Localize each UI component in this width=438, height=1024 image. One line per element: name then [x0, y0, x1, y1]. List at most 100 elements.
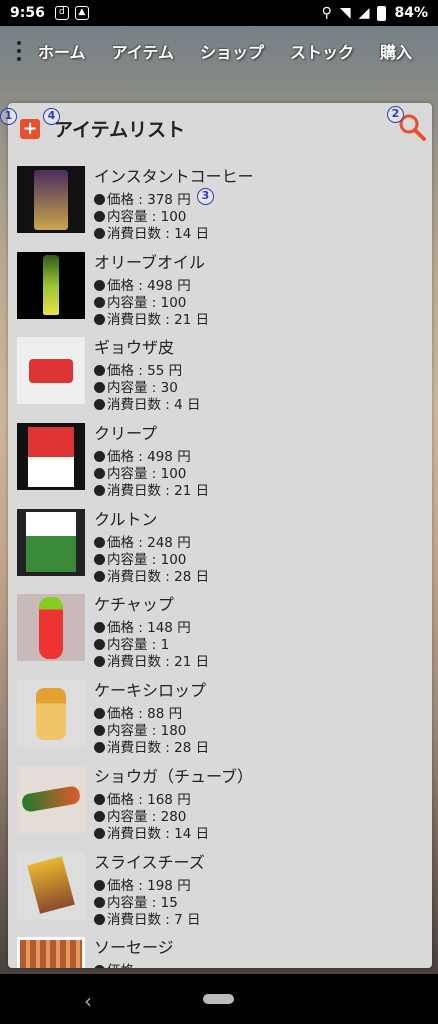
panel-title: アイテムリスト [54, 119, 186, 141]
app-bar: ホーム アイテム ショップ ストック 購入 [0, 26, 438, 76]
list-item[interactable]: ショウガ（チューブ） 価格 : 168 円内容量 : 280 消費日数 : 14 日 [8, 755, 432, 842]
item-price: 価格 : [94, 959, 143, 968]
notification-drive-icon: ▲ [74, 6, 89, 20]
list-item[interactable]: ギョウザ皮 価格 : 55 円内容量 : 30 消費日数 : 4 日 [8, 326, 432, 413]
list-item[interactable]: オリーブオイル 価格 : 498 円内容量 : 100 消費日数 : 21 日 [8, 241, 432, 328]
item-name: ソーセージ [94, 938, 174, 958]
list-item[interactable]: クルトン 価格 : 248 円内容量 : 100 消費日数 : 28 日 [8, 498, 432, 585]
annotation-badge-1: 1 [0, 108, 17, 125]
notification-d-icon: d [54, 6, 69, 20]
bullet-icon [94, 553, 105, 565]
item-days-text: 消費日数 : 21 日 [107, 311, 210, 328]
back-icon[interactable]: ‹ [84, 989, 92, 1013]
item-list-panel: + アイテムリスト インスタントコーヒー 価格 : 378 円内容量 : 100 消… [8, 103, 432, 968]
bullet-icon [94, 879, 105, 891]
list-item[interactable]: ケーキシロップ 価格 : 88 円内容量 : 180 消費日数 : 28 日 [8, 669, 432, 756]
item-days-text: 消費日数 : 14 日 [107, 226, 210, 242]
signal-icon: ◢ [358, 5, 370, 21]
list-item[interactable]: ソーセージ価格 : [8, 926, 432, 968]
item-name: クリープ [94, 424, 158, 444]
bullet-icon [94, 485, 105, 497]
list-item[interactable]: クリープ 価格 : 498 円内容量 : 100 消費日数 : 21 日 [8, 412, 432, 499]
bullet-icon [94, 913, 105, 925]
bullet-icon [94, 382, 105, 394]
item-thumbnail [17, 251, 85, 319]
item-name: ショウガ（チューブ） [94, 766, 254, 786]
bullet-icon [94, 451, 105, 463]
bullet-icon [94, 725, 105, 737]
item-days-text: 消費日数 : 28 日 [107, 568, 210, 585]
item-thumbnail [17, 680, 85, 748]
bullet-icon [94, 194, 105, 205]
tab-shop[interactable]: ショップ [200, 39, 264, 63]
annotation-badge-4: 4 [43, 108, 60, 125]
item-days: 消費日数 : 14 日 [94, 822, 209, 842]
bullet-icon [94, 536, 105, 548]
bullet-icon [94, 810, 105, 822]
bullet-icon [94, 228, 105, 239]
bullet-icon [94, 211, 105, 222]
item-name: スライスチーズ [94, 852, 205, 872]
item-name: ギョウザ皮 [94, 338, 175, 358]
home-pill-icon[interactable] [203, 994, 234, 1004]
battery-icon [377, 5, 387, 21]
annotation-badge-3: 3 [197, 188, 214, 205]
item-days-text: 消費日数 : 21 日 [107, 654, 210, 671]
item-days-text: 消費日数 : 28 日 [107, 740, 210, 757]
bullet-icon [94, 365, 105, 377]
bullet-icon [94, 279, 105, 291]
bullet-icon [94, 570, 105, 582]
item-thumbnail [17, 166, 85, 233]
wifi-icon: ◥ [339, 5, 351, 21]
item-days-text: 消費日数 : 21 日 [107, 483, 210, 500]
tab-item[interactable]: アイテム [112, 39, 174, 63]
bullet-icon [94, 656, 105, 668]
item-days-text: 消費日数 : 4 日 [107, 397, 201, 414]
item-name: インスタントコーヒー [94, 167, 254, 186]
item-days: 消費日数 : 4 日 [94, 393, 201, 413]
item-name: クルトン [94, 509, 158, 529]
item-days: 消費日数 : 21 日 [94, 479, 209, 499]
bullet-icon [94, 296, 105, 308]
battery-level: 84% [394, 5, 428, 21]
add-item-button[interactable]: + [16, 119, 40, 143]
bullet-icon [94, 468, 105, 480]
item-thumbnail [17, 765, 85, 833]
tab-stock[interactable]: ストック [290, 39, 354, 63]
bullet-icon [94, 742, 105, 754]
item-thumbnail [17, 508, 85, 576]
item-days: 消費日数 : 21 日 [94, 308, 209, 328]
tab-purchase[interactable]: 購入 [380, 39, 412, 63]
item-name: ケーキシロップ [94, 681, 207, 701]
bullet-icon [94, 827, 105, 839]
annotation-badge-2: 2 [387, 106, 404, 123]
bullet-icon [94, 793, 105, 805]
item-days-text: 消費日数 : 14 日 [107, 825, 210, 842]
item-price-text: 価格 : [107, 963, 143, 968]
bullet-icon [94, 965, 105, 968]
status-bar: 9:56 d ▲ ⚲ ◥ ◢ 84% [0, 0, 438, 26]
location-icon: ⚲ [321, 5, 332, 21]
overflow-menu-icon[interactable] [0, 26, 38, 76]
item-days: 消費日数 : 7 日 [94, 908, 201, 928]
item-days-text: 消費日数 : 7 日 [107, 911, 201, 928]
item-thumbnail [17, 851, 85, 919]
item-days: 消費日数 : 14 日 [94, 222, 209, 242]
item-thumbnail [17, 337, 85, 405]
item-days: 消費日数 : 28 日 [94, 565, 209, 585]
bullet-icon [94, 313, 105, 325]
tab-home[interactable]: ホーム [38, 39, 86, 63]
panel-header: + アイテムリスト [8, 103, 432, 155]
bullet-icon [94, 399, 105, 411]
item-days: 消費日数 : 28 日 [94, 736, 209, 756]
list-item[interactable]: インスタントコーヒー 価格 : 378 円内容量 : 100 消費日数 : 14 日 [8, 155, 432, 242]
item-list: インスタントコーヒー 価格 : 378 円内容量 : 100 消費日数 : 14 日… [8, 155, 432, 968]
list-item[interactable]: スライスチーズ 価格 : 198 円内容量 : 15 消費日数 : 7 日 [8, 841, 432, 928]
item-thumbnail [17, 594, 85, 662]
item-name: オリーブオイル [94, 252, 206, 272]
navigation-bar: ‹ [0, 974, 438, 1024]
item-thumbnail [17, 937, 85, 968]
list-item[interactable]: ケチャップ 価格 : 148 円内容量 : 1 消費日数 : 21 日 [8, 583, 432, 671]
bullet-icon [94, 708, 105, 720]
bullet-icon [94, 896, 105, 908]
